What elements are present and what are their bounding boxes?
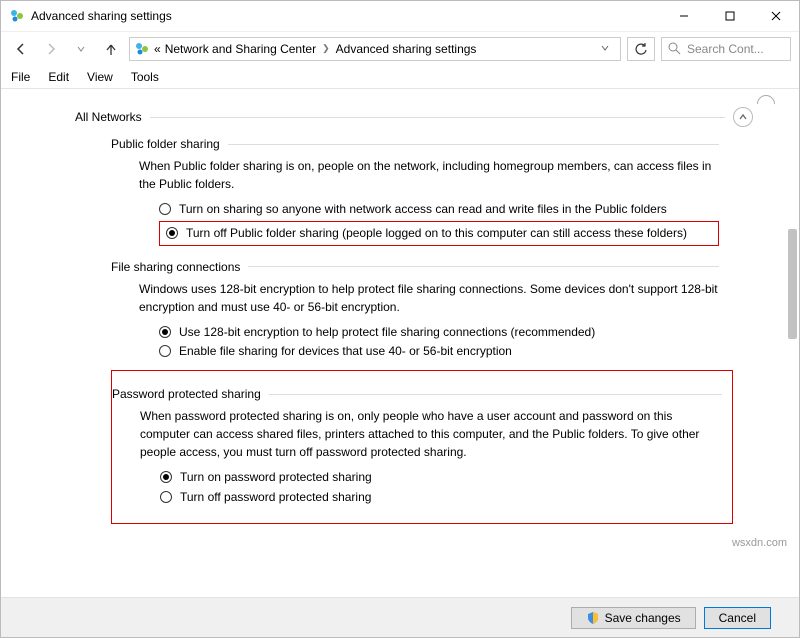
- network-icon: [134, 41, 150, 57]
- pps-description: When password protected sharing is on, o…: [140, 407, 722, 461]
- close-button[interactable]: [753, 1, 799, 31]
- recent-dropdown[interactable]: [69, 37, 93, 61]
- window-title: Advanced sharing settings: [31, 9, 661, 23]
- menu-tools[interactable]: Tools: [131, 70, 159, 84]
- forward-button[interactable]: [39, 37, 63, 61]
- cancel-button[interactable]: Cancel: [704, 607, 771, 629]
- up-button[interactable]: [99, 37, 123, 61]
- pfs-option-on[interactable]: Turn on sharing so anyone with network a…: [159, 201, 719, 218]
- radio-icon[interactable]: [166, 227, 178, 239]
- breadcrumb-dropdown[interactable]: [594, 42, 616, 56]
- content-area: All Networks Public folder sharing When …: [1, 89, 799, 597]
- shield-icon: [586, 611, 600, 625]
- fsc-option-4056[interactable]: Enable file sharing for devices that use…: [159, 343, 719, 360]
- app-icon: [9, 8, 25, 24]
- menu-file[interactable]: File: [11, 70, 30, 84]
- save-changes-button[interactable]: Save changes: [571, 607, 696, 629]
- pfs-option-off[interactable]: Turn off Public folder sharing (people l…: [159, 221, 719, 246]
- pps-option-off[interactable]: Turn off password protected sharing: [160, 489, 722, 506]
- search-placeholder: Search Cont...: [687, 42, 764, 56]
- refresh-button[interactable]: [627, 37, 655, 61]
- section-title: All Networks: [75, 110, 142, 124]
- minimize-button[interactable]: [661, 1, 707, 31]
- titlebar: Advanced sharing settings: [1, 1, 799, 31]
- radio-icon[interactable]: [159, 203, 171, 215]
- menu-view[interactable]: View: [87, 70, 113, 84]
- fsc-description: Windows uses 128-bit encryption to help …: [139, 280, 719, 316]
- scrollbar-thumb[interactable]: [788, 229, 797, 339]
- collapse-toggle[interactable]: [733, 107, 753, 127]
- maximize-button[interactable]: [707, 1, 753, 31]
- watermark: wsxdn.com: [732, 537, 787, 549]
- pps-option-on[interactable]: Turn on password protected sharing: [160, 469, 722, 486]
- menubar: File Edit View Tools: [1, 65, 799, 89]
- pfs-title: Public folder sharing: [111, 137, 220, 151]
- footer: Save changes Cancel: [1, 597, 799, 637]
- radio-icon[interactable]: [160, 471, 172, 483]
- menu-edit[interactable]: Edit: [48, 70, 69, 84]
- search-input[interactable]: Search Cont...: [661, 37, 791, 61]
- fsc-title: File sharing connections: [111, 260, 240, 274]
- pps-section-highlight: Password protected sharing When password…: [111, 370, 733, 524]
- breadcrumb[interactable]: « Network and Sharing Center ❯ Advanced …: [129, 37, 621, 61]
- fsc-option-128[interactable]: Use 128-bit encryption to help protect f…: [159, 324, 719, 341]
- breadcrumb-item-1[interactable]: Advanced sharing settings: [336, 42, 477, 56]
- navbar: « Network and Sharing Center ❯ Advanced …: [1, 31, 799, 65]
- radio-icon[interactable]: [160, 491, 172, 503]
- breadcrumb-prefix[interactable]: «: [154, 42, 161, 56]
- radio-icon[interactable]: [159, 345, 171, 357]
- breadcrumb-item-0[interactable]: Network and Sharing Center: [165, 42, 316, 56]
- pfs-description: When Public folder sharing is on, people…: [139, 157, 719, 193]
- back-button[interactable]: [9, 37, 33, 61]
- chevron-right-icon: ❯: [320, 43, 332, 54]
- pps-title: Password protected sharing: [112, 387, 261, 401]
- search-icon: [668, 42, 681, 55]
- radio-icon[interactable]: [159, 326, 171, 338]
